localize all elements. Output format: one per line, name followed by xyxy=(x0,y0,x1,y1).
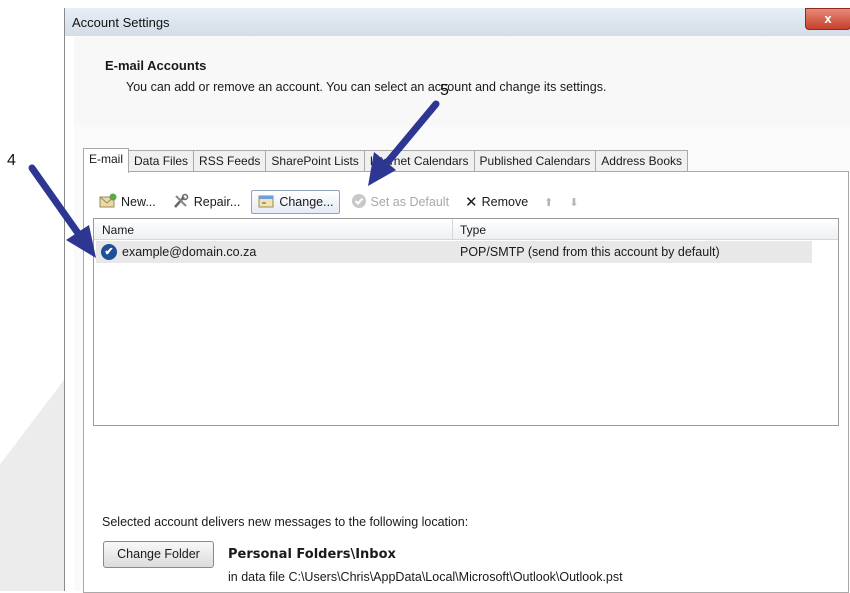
annotation-arrows xyxy=(28,100,440,258)
step-5-label: 5 xyxy=(440,82,449,99)
arrow-to-account-row xyxy=(28,164,96,258)
tab-email[interactable]: E-mail xyxy=(83,148,130,173)
step-4-label: 4 xyxy=(7,152,16,169)
arrow-to-change-button xyxy=(368,100,440,186)
